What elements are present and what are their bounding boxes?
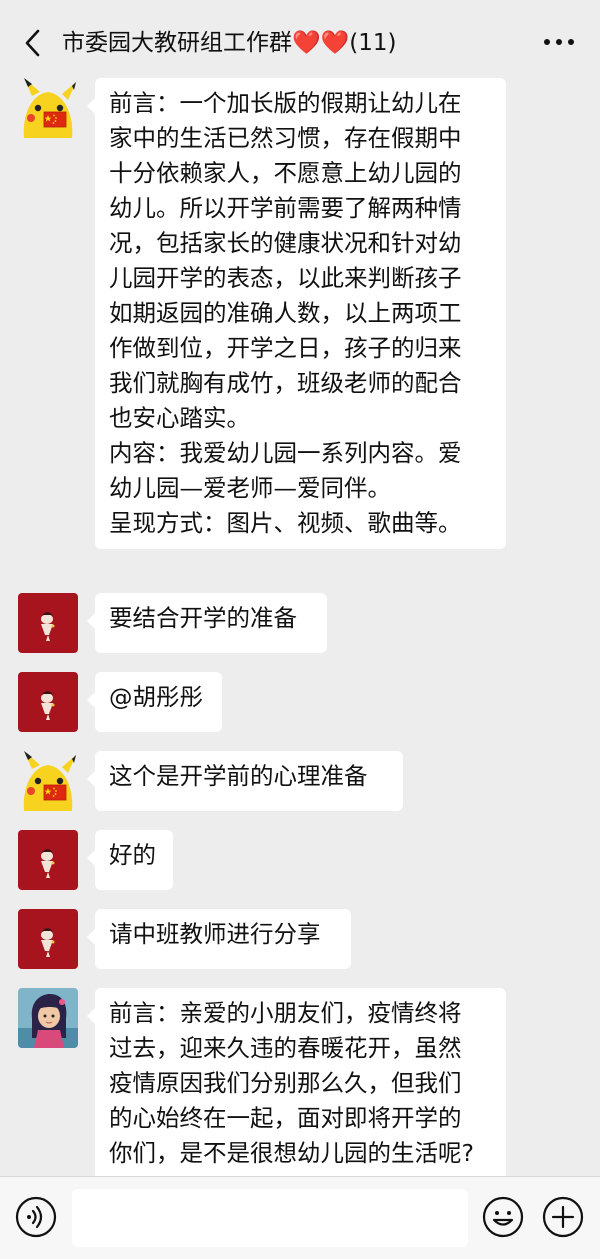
message-text-line: @胡彤彤 bbox=[109, 683, 203, 711]
message-text-line: 幼儿园—爱老师—爱同伴。 bbox=[109, 474, 391, 502]
pikachu-flag-avatar[interactable] bbox=[18, 751, 78, 811]
message-text-line: 幼儿。所以开学前需要了解两种情 bbox=[109, 194, 462, 222]
chevron-left-icon[interactable] bbox=[18, 24, 48, 62]
message-text-line: 儿园开学的表态，以此来判断孩子 bbox=[109, 264, 462, 292]
message-text-line: 呈现方式：图片、视频、歌曲等。 bbox=[109, 509, 462, 537]
message-text-line: 家中的生活已然习惯，存在假期中 bbox=[109, 124, 462, 152]
message-text-line: 如期返园的准确人数，以上两项工 bbox=[109, 299, 462, 327]
red-illustration-avatar[interactable] bbox=[18, 909, 78, 969]
voice-icon[interactable] bbox=[15, 1196, 57, 1238]
chat-header: 市委园大教研组工作群❤️❤️(11) bbox=[0, 0, 600, 84]
message-bubble[interactable]: 请中班教师进行分享 bbox=[87, 909, 351, 969]
message-text-line: 好的 bbox=[109, 841, 156, 869]
message-text-line: 前言：亲爱的小朋友们，疫情终将 bbox=[109, 999, 462, 1027]
message-bubble[interactable]: 这个是开学前的心理准备 bbox=[87, 751, 403, 811]
message-text-line: 的心始终在一起，面对即将开学的 bbox=[109, 1104, 462, 1132]
message-bubble[interactable]: 前言：一个加长版的假期让幼儿在 家中的生活已然习惯，存在假期中 十分依赖家人，不… bbox=[87, 78, 506, 549]
message-bubble[interactable]: 要结合开学的准备 bbox=[87, 593, 327, 653]
cartoon-girl-avatar[interactable] bbox=[18, 988, 78, 1048]
message-text-line: 作做到位，开学之日，孩子的归来 bbox=[109, 334, 462, 362]
message-text-line: 过去，迎来久违的春暖花开，虽然 bbox=[109, 1034, 462, 1062]
message-text-line: 请中班教师进行分享 bbox=[109, 920, 321, 948]
message-input[interactable] bbox=[72, 1189, 468, 1247]
message-text-line: 内容：我爱幼儿园一系列内容。爱 bbox=[109, 439, 462, 467]
chat-title: 市委园大教研组工作群❤️❤️(11) bbox=[62, 30, 397, 56]
plus-icon[interactable] bbox=[542, 1196, 584, 1238]
message-text-line: 我们就胸有成竹，班级老师的配合 bbox=[109, 369, 462, 397]
chat-screen: 市委园大教研组工作群❤️❤️(11) 前言：一个加长版的假期让幼儿在 家中的生活… bbox=[0, 0, 600, 1259]
message-text-line: 疫情原因我们分别那么久，但我们 bbox=[109, 1069, 462, 1097]
message-text-line: 也安心踏实。 bbox=[109, 404, 250, 432]
message-text-line: 你们，是不是很想幼儿园的生活呢? bbox=[109, 1139, 474, 1167]
message-bubble[interactable]: 前言：亲爱的小朋友们，疫情终将 过去，迎来久违的春暖花开，虽然 疫情原因我们分别… bbox=[87, 988, 506, 1188]
message-bubble[interactable]: 好的 bbox=[87, 830, 173, 890]
message-text-line: 前言：一个加长版的假期让幼儿在 bbox=[109, 89, 462, 117]
message-bubble[interactable]: @胡彤彤 bbox=[87, 672, 222, 732]
message-text-line: 十分依赖家人，不愿意上幼儿园的 bbox=[109, 159, 462, 187]
emoji-icon[interactable] bbox=[482, 1196, 524, 1238]
message-text-line: 这个是开学前的心理准备 bbox=[109, 762, 368, 790]
more-dots-icon[interactable] bbox=[542, 30, 576, 54]
input-bar bbox=[0, 1176, 600, 1259]
red-illustration-avatar[interactable] bbox=[18, 672, 78, 732]
message-text-line: 况，包括家长的健康状况和针对幼 bbox=[109, 229, 462, 257]
red-illustration-avatar[interactable] bbox=[18, 830, 78, 890]
red-illustration-avatar[interactable] bbox=[18, 593, 78, 653]
pikachu-flag-avatar[interactable] bbox=[18, 78, 78, 138]
message-text-line: 要结合开学的准备 bbox=[109, 604, 297, 632]
